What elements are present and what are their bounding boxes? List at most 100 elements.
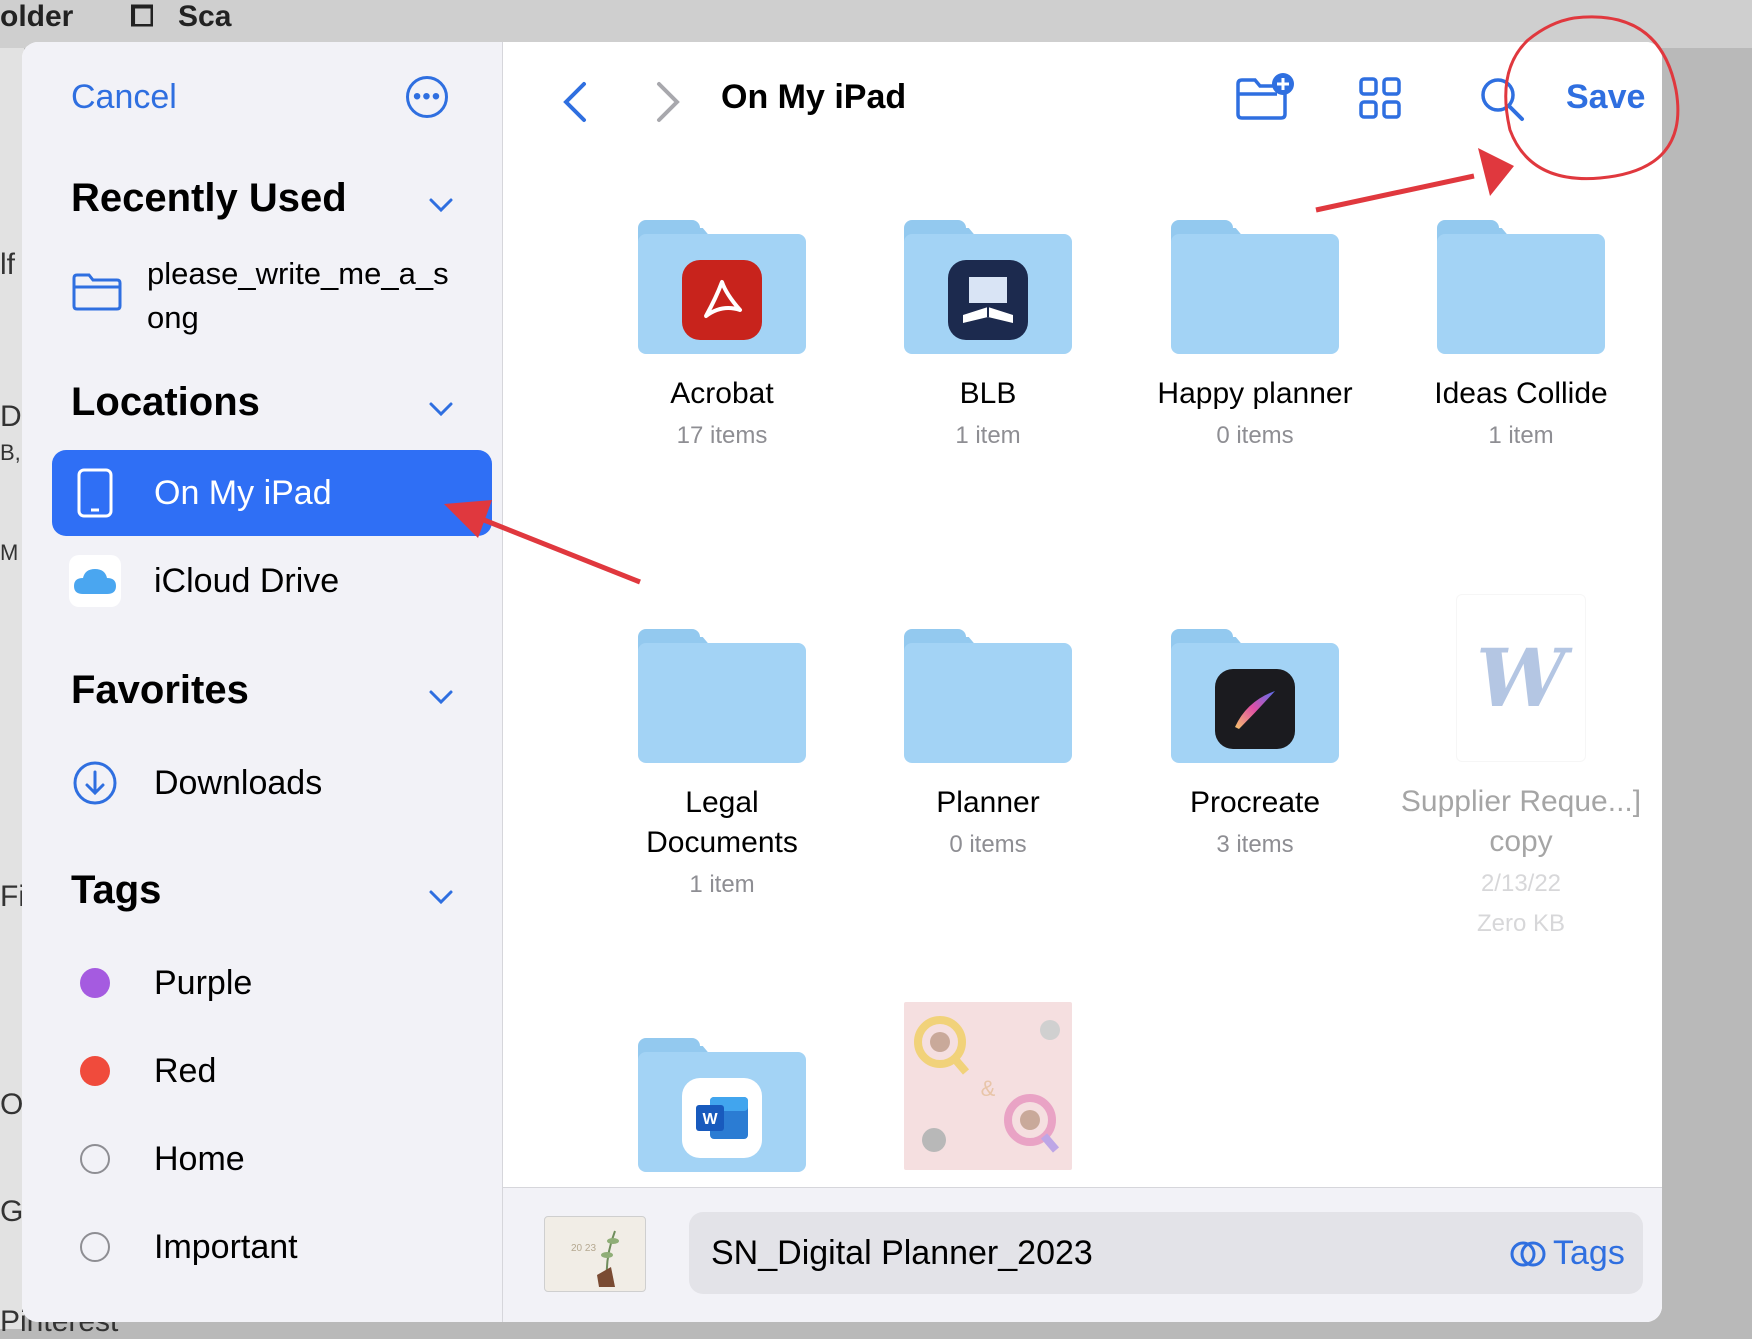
file-supplier-request[interactable]: W Supplier Reque...] copy 2/13/22 Zero K…: [1391, 594, 1651, 942]
item-name: Supplier Reque...] copy: [1400, 785, 1642, 858]
search-icon[interactable]: [1479, 76, 1525, 122]
sidebar-item-label: Purple: [154, 963, 253, 1002]
scan-icon: ⧠: [130, 0, 154, 33]
item-size: Zero KB: [1476, 910, 1566, 937]
background-app-sidebar: [0, 48, 24, 1329]
tag-color-dot: [80, 1056, 110, 1086]
item-name: Planner: [936, 786, 1040, 819]
page-title: On My iPad: [721, 78, 907, 116]
folder-icon: [904, 629, 1072, 763]
save-button[interactable]: Save: [1566, 78, 1645, 117]
locations-title: Locations: [71, 380, 260, 424]
sidebar-item-on-my-ipad[interactable]: On My iPad: [52, 450, 492, 536]
chevron-down-icon[interactable]: [428, 684, 454, 710]
save-bottom-bar: 20 23 Tags: [503, 1187, 1662, 1322]
file-browser: On My iPad Save Acrobat 17 items BLB 1 i…: [503, 42, 1662, 1322]
icloud-icon: [69, 555, 121, 607]
folder-blb[interactable]: BLB 1 item: [858, 220, 1118, 454]
folder-icon: [72, 273, 122, 311]
sidebar-tag-purple[interactable]: Purple: [52, 940, 492, 1026]
sidebar-item-label: Home: [154, 1139, 245, 1178]
item-name: Acrobat: [670, 377, 774, 410]
tag-empty-dot: [80, 1232, 110, 1262]
sidebar-item-label: please_write_me_a_song: [147, 256, 449, 335]
background-app-toolbar: [0, 0, 1752, 48]
item-name: Ideas Collide: [1434, 377, 1608, 410]
background-fragment: B,: [0, 440, 21, 465]
item-count: 0 items: [949, 831, 1027, 858]
filename-input[interactable]: [689, 1212, 1643, 1294]
svg-text:W: W: [702, 1111, 718, 1128]
tag-color-dot: [80, 968, 110, 998]
sidebar-tag-home[interactable]: Home: [52, 1116, 492, 1202]
folder-icon: [1437, 220, 1605, 354]
folder-icon: [1171, 220, 1339, 354]
more-options-icon[interactable]: •••: [406, 76, 448, 118]
sidebar-item-label: On My iPad: [154, 473, 332, 512]
sidebar-item-icloud-drive[interactable]: iCloud Drive: [52, 538, 492, 624]
tags-icon: [1510, 1241, 1546, 1266]
item-name: Legal Documents: [646, 786, 798, 859]
acrobat-icon: [682, 260, 762, 340]
blb-icon: [948, 260, 1028, 340]
folder-procreate[interactable]: Procreate 3 items: [1125, 629, 1385, 863]
word-icon: W: [682, 1078, 762, 1158]
sidebar: Cancel ••• Recently Used please_write_me…: [22, 42, 503, 1322]
sidebar-item-label: Red: [154, 1051, 217, 1090]
grid-view-icon[interactable]: [1358, 76, 1402, 120]
folder-word[interactable]: W: [592, 1038, 852, 1172]
folder-icon: W: [638, 1038, 806, 1172]
forward-chevron-icon[interactable]: [651, 80, 685, 124]
folder-ideas-collide[interactable]: Ideas Collide 1 item: [1391, 220, 1651, 454]
background-fragment: M: [0, 540, 19, 565]
new-folder-icon[interactable]: [1235, 72, 1297, 124]
tags-button[interactable]: Tags: [1509, 1234, 1625, 1273]
folder-icon: [638, 220, 806, 354]
chevron-down-icon[interactable]: [428, 396, 454, 422]
word-doc-icon: W: [1456, 594, 1586, 762]
item-name: BLB: [959, 377, 1017, 410]
item-count: 17 items: [676, 422, 768, 449]
folder-icon: [904, 220, 1072, 354]
folder-happy-planner[interactable]: Happy planner 0 items: [1125, 220, 1385, 454]
cancel-button[interactable]: Cancel: [71, 78, 177, 117]
image-file[interactable]: &: [858, 1002, 1118, 1170]
sidebar-item-downloads[interactable]: Downloads: [52, 740, 492, 826]
download-icon: [73, 761, 117, 805]
item-date: 2/13/22: [1480, 870, 1562, 897]
image-thumbnail: &: [904, 1002, 1072, 1170]
folder-icon: [1171, 629, 1339, 763]
item-name: Procreate: [1189, 786, 1321, 819]
item-name: Happy planner: [1157, 377, 1353, 410]
folder-legal-documents[interactable]: Legal Documents 1 item: [592, 629, 852, 903]
sidebar-item-recent[interactable]: please_write_me_a_song: [71, 252, 457, 340]
folder-planner[interactable]: Planner 0 items: [858, 629, 1118, 863]
background-fragment: lf: [0, 248, 15, 281]
save-dialog: Cancel ••• Recently Used please_write_me…: [22, 42, 1662, 1322]
item-count: 1 item: [689, 871, 755, 898]
chevron-down-icon[interactable]: [428, 192, 454, 218]
favorites-title: Favorites: [71, 668, 249, 712]
item-count: 3 items: [1216, 831, 1294, 858]
sidebar-item-label: Downloads: [154, 763, 323, 802]
tags-label: Tags: [1553, 1234, 1625, 1272]
folder-icon: [638, 629, 806, 763]
svg-text:&: &: [981, 1076, 996, 1101]
back-chevron-icon[interactable]: [558, 80, 592, 124]
file-thumbnail: 20 23: [544, 1216, 646, 1292]
sidebar-tag-important[interactable]: Important: [52, 1204, 492, 1290]
procreate-icon: [1215, 669, 1295, 749]
sidebar-item-label: Important: [154, 1227, 298, 1266]
sidebar-item-label: iCloud Drive: [154, 561, 340, 600]
tags-title: Tags: [71, 868, 162, 912]
svg-text:20 23: 20 23: [571, 1243, 596, 1254]
sidebar-tag-red[interactable]: Red: [52, 1028, 492, 1114]
chevron-down-icon[interactable]: [428, 884, 454, 910]
background-label-folder: older: [0, 0, 74, 33]
item-count: 1 item: [955, 422, 1021, 449]
item-count: 1 item: [1488, 422, 1554, 449]
tag-empty-dot: [80, 1144, 110, 1174]
folder-acrobat[interactable]: Acrobat 17 items: [592, 220, 852, 454]
background-label-scan: Sca: [178, 0, 232, 33]
ipad-icon: [77, 468, 113, 518]
